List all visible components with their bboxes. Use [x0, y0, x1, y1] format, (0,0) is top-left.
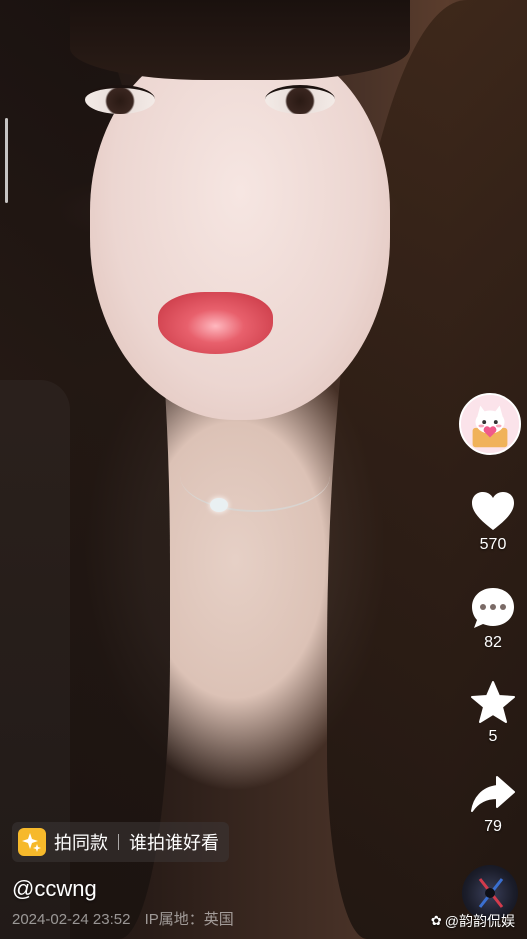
watermark-logo-icon: ✿ — [430, 913, 442, 928]
favorite-button[interactable]: 5 — [463, 680, 523, 746]
author-username[interactable]: @ccwng — [12, 876, 97, 902]
comment-bubble-icon — [472, 588, 514, 628]
author-avatar[interactable] — [459, 393, 521, 455]
video-screen[interactable]: 570 82 5 79 拍同款 谁拍谁好看 @ccwng 2024-02-24 … — [0, 0, 527, 939]
share-count: 79 — [484, 818, 502, 835]
share-button[interactable]: 79 — [463, 774, 523, 836]
star-icon — [471, 681, 515, 723]
template-chip-slogan: 谁拍谁好看 — [129, 833, 219, 853]
template-chip-label: 拍同款 — [54, 833, 108, 853]
source-watermark: ✿ @韵韵侃娱 — [431, 911, 515, 931]
share-arrow-icon — [471, 776, 515, 812]
video-bangs — [70, 0, 410, 80]
comment-count: 82 — [484, 634, 502, 651]
watermark-text: @韵韵侃娱 — [444, 913, 515, 929]
favorite-count: 5 — [488, 728, 498, 745]
video-eye-right — [265, 85, 335, 114]
post-date: 2024-02-24 23:52 — [12, 911, 131, 928]
video-pendant — [210, 498, 228, 512]
like-count: 570 — [479, 536, 507, 553]
ip-location: IP属地：英国 — [144, 911, 234, 928]
comment-button[interactable]: 82 — [463, 586, 523, 652]
heart-icon — [472, 492, 514, 530]
post-meta: 2024-02-24 23:52 IP属地：英国 — [12, 908, 244, 929]
video-lips — [158, 292, 273, 354]
sparkle-icon — [18, 828, 46, 856]
video-eye-left — [85, 85, 155, 114]
cat-avatar-icon — [461, 395, 519, 453]
like-button[interactable]: 570 — [463, 490, 523, 554]
video-progress-indicator — [5, 118, 8, 203]
chip-divider — [118, 834, 119, 850]
video-necklace — [180, 440, 330, 512]
shoot-same-template-chip[interactable]: 拍同款 谁拍谁好看 — [12, 822, 229, 862]
